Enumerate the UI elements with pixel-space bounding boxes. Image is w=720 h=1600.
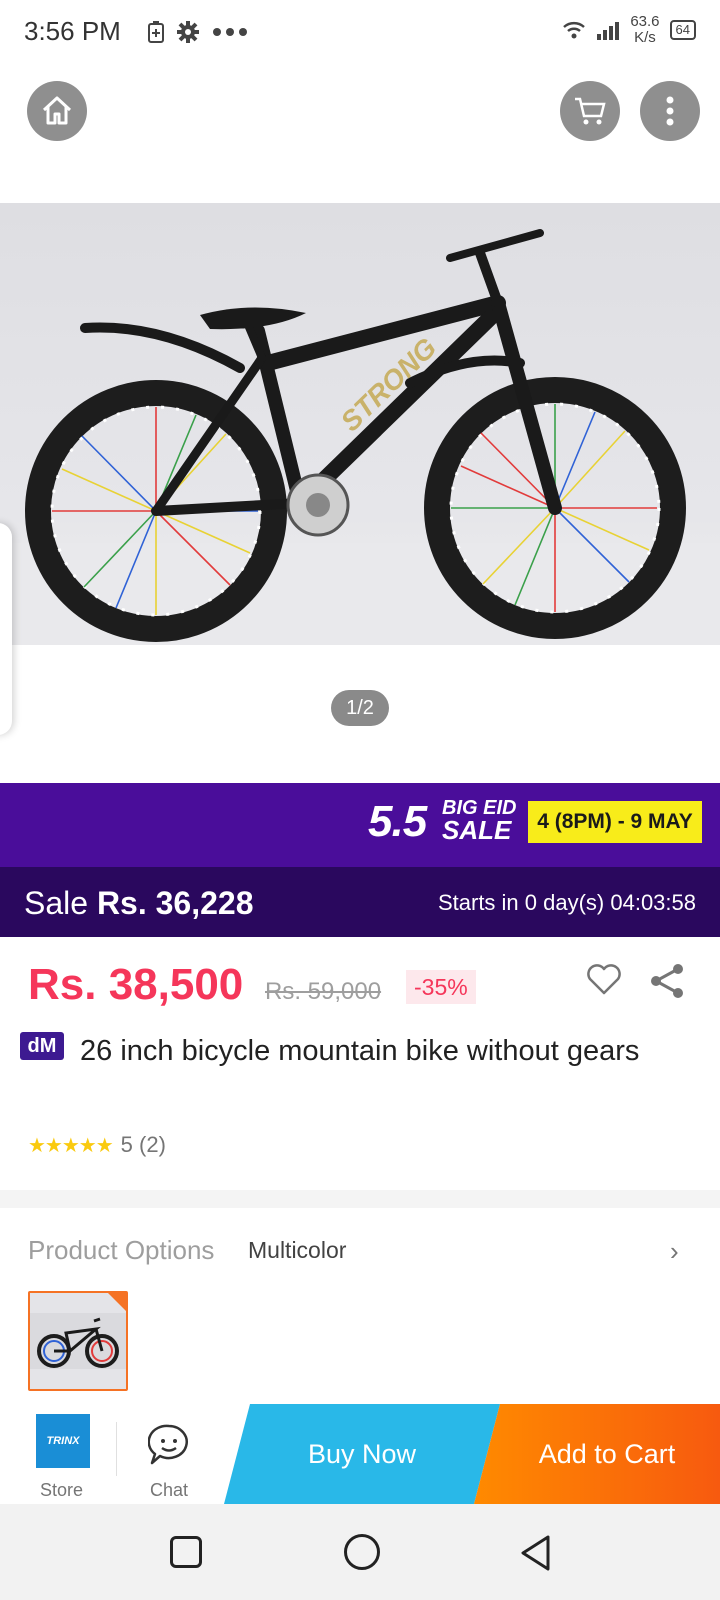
wifi-icon [563, 22, 586, 39]
product-title: 26 inch bicycle mountain bike without ge… [80, 1035, 640, 1067]
chevron-right-icon[interactable]: › [670, 1236, 679, 1267]
campaign-title: BIG EID SALE [442, 797, 516, 845]
chat-button[interactable] [147, 1423, 190, 1472]
home-icon [42, 96, 72, 125]
cart-icon [575, 97, 606, 125]
home-nav-icon[interactable] [344, 1534, 380, 1570]
chat-icon [147, 1424, 188, 1465]
buy-now-button[interactable]: Buy Now [224, 1404, 500, 1504]
home-button[interactable] [27, 81, 87, 141]
settings-icon [177, 21, 199, 43]
section-separator [0, 1190, 720, 1208]
status-right-icons: 63.6 K/s 64 [562, 14, 696, 46]
recent-apps-icon[interactable] [170, 1536, 202, 1568]
product-image[interactable]: STRONG [0, 203, 720, 645]
product-page: 3:56 PM 63.6 K/s 64 STRONG 1/2 5.5 BIG E… [0, 0, 720, 1600]
more-options-button[interactable] [640, 81, 700, 141]
cart-button[interactable] [560, 81, 620, 141]
discount-badge: -35% [406, 970, 476, 1004]
share-button[interactable] [648, 962, 686, 1005]
back-nav-button[interactable] [518, 1534, 552, 1577]
wishlist-button[interactable] [586, 964, 622, 1001]
heart-icon [587, 964, 621, 995]
rating-row[interactable]: ★★★★★ 5 (2) [28, 1132, 166, 1158]
add-to-cart-button[interactable]: Add to Cart [474, 1404, 720, 1504]
sale-price-value: Rs. 36,228 [96, 885, 254, 921]
signal-icon [597, 22, 620, 40]
option-thumbnail[interactable] [28, 1291, 128, 1391]
selected-corner-icon [108, 1293, 126, 1311]
campaign-number: 5.5 [368, 797, 427, 846]
net-speed-value: 63.6 [630, 13, 660, 30]
current-price: Rs. 38,500 [28, 960, 244, 1009]
more-dots-icon [213, 28, 247, 36]
product-options-label[interactable]: Product Options [28, 1235, 214, 1266]
back-triangle-icon [521, 1535, 550, 1571]
star-icons: ★★★★★ [28, 1134, 114, 1157]
action-divider [116, 1422, 117, 1476]
sale-price: Sale Rs. 36,228 [24, 885, 254, 922]
sale-countdown: Starts in 0 day(s) 04:03:58 [437, 890, 696, 915]
net-speed-unit: K/s [634, 29, 656, 46]
chat-label[interactable]: Chat [150, 1480, 188, 1501]
image-pager: 1/2 [331, 690, 389, 726]
store-label[interactable]: Store [40, 1480, 83, 1501]
network-speed: 63.6 K/s [630, 14, 659, 46]
store-logo[interactable]: TRINX [36, 1414, 90, 1468]
more-vertical-icon [666, 96, 674, 126]
campaign-line2: SALE [442, 815, 512, 845]
campaign-dates: 4 (8PM) - 9 MAY [528, 801, 702, 843]
sale-prefix: Sale [24, 885, 89, 921]
status-left-icons [148, 20, 248, 44]
share-icon [651, 964, 683, 998]
side-panel-handle[interactable] [0, 523, 12, 735]
battery-icon: 64 [669, 20, 696, 40]
product-options-value[interactable]: Multicolor [248, 1237, 346, 1264]
rating-value: 5 (2) [120, 1132, 166, 1157]
status-time: 3:56 PM [24, 16, 121, 46]
battery-saver-icon [148, 21, 164, 43]
bicycle-illustration: STRONG [0, 229, 720, 645]
original-price: Rs. 59,000 [265, 978, 382, 1005]
